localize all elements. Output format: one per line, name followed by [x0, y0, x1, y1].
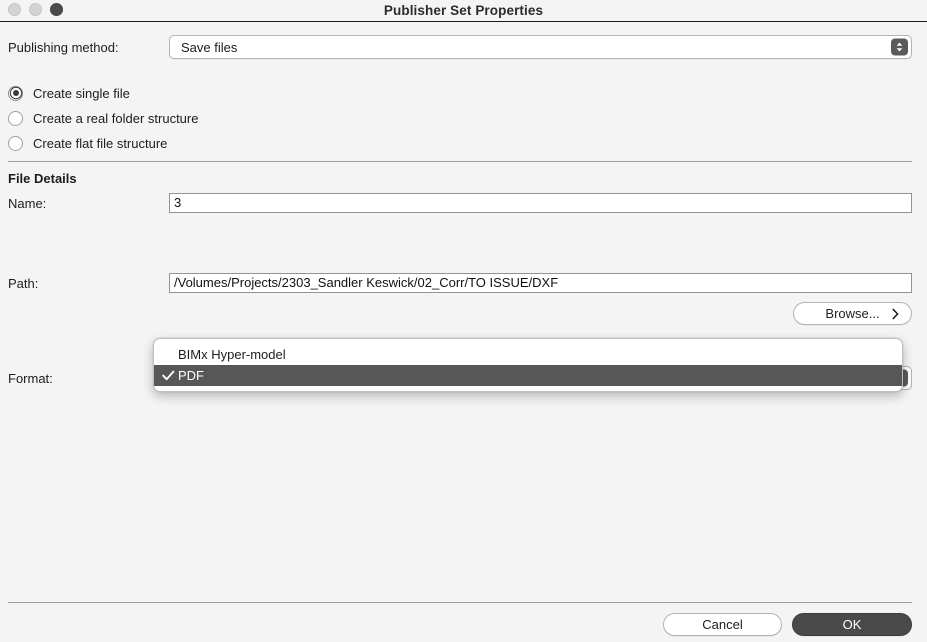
check-icon: [162, 370, 178, 381]
page-title: Publisher Set Properties: [383, 3, 544, 18]
publishing-method-select[interactable]: Save files: [169, 35, 912, 59]
divider-top: [8, 161, 912, 162]
chevron-updown-icon: [891, 38, 908, 56]
path-label: Path:: [8, 276, 39, 291]
chevron-right-icon: [892, 308, 899, 319]
radio-label: Create single file: [33, 85, 130, 101]
cancel-button[interactable]: Cancel: [663, 613, 782, 636]
publishing-method-value: Save files: [181, 39, 238, 55]
window-titlebar: Publisher Set Properties: [0, 0, 927, 22]
radio-create-real-folder-structure[interactable]: Create a real folder structure: [8, 109, 198, 127]
format-menu[interactable]: BIMx Hyper-model PDF: [153, 338, 903, 392]
name-label: Name:: [8, 196, 47, 211]
radio-label: Create flat file structure: [33, 135, 168, 151]
radio-create-single-file[interactable]: Create single file: [8, 84, 130, 102]
radio-icon: [8, 110, 23, 126]
menu-item-label: BIMx Hyper-model: [178, 347, 286, 362]
radio-label: Create a real folder structure: [33, 110, 199, 126]
ok-button-label: OK: [842, 617, 862, 632]
publishing-method-label: Publishing method:: [8, 40, 119, 55]
radio-icon: [8, 135, 23, 151]
menu-item-pdf[interactable]: PDF: [154, 365, 902, 386]
format-label: Format:: [8, 371, 53, 386]
path-input[interactable]: /Volumes/Projects/2303_Sandler Keswick/0…: [169, 273, 912, 293]
ok-button[interactable]: OK: [792, 613, 912, 636]
menu-item-bimx-hyper-model[interactable]: BIMx Hyper-model: [154, 344, 902, 365]
radio-create-flat-file-structure[interactable]: Create flat file structure: [8, 134, 167, 152]
divider-bottom: [8, 602, 912, 603]
name-input[interactable]: 3: [169, 193, 912, 213]
cancel-button-label: Cancel: [702, 617, 743, 632]
menu-item-label: PDF: [178, 368, 204, 383]
radio-icon-selected: [8, 85, 23, 101]
browse-button-label: Browse...: [825, 306, 880, 321]
browse-button[interactable]: Browse...: [793, 302, 912, 325]
file-details-heading: File Details: [8, 171, 77, 186]
